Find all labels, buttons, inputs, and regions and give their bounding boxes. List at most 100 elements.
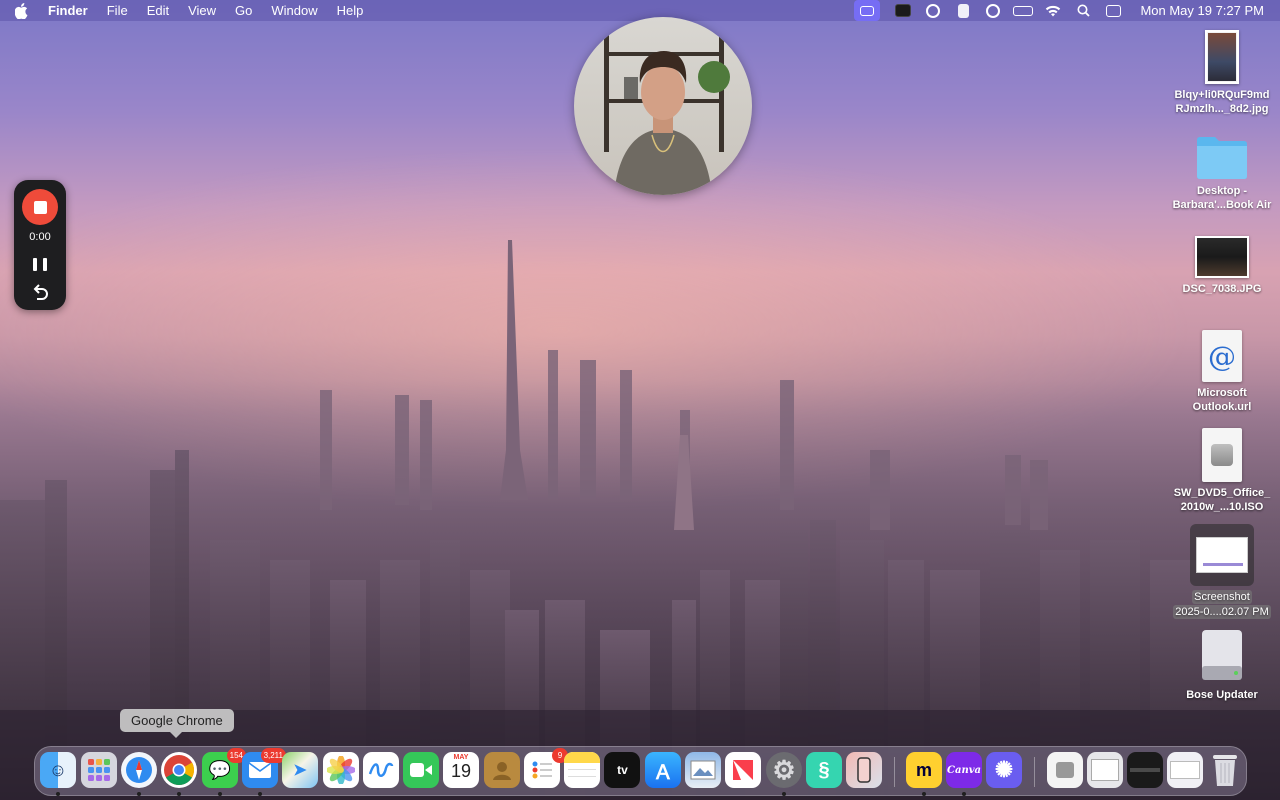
dock-miro[interactable]: m <box>906 752 942 796</box>
file-label-line1: Bose Updater <box>1186 689 1258 701</box>
desktop-file-screenshot[interactable]: Screenshot 2025-0....02.07 PM <box>1160 524 1280 619</box>
dock-news[interactable] <box>725 752 761 788</box>
dock-mail[interactable]: 3,211 <box>242 748 286 796</box>
dock-recent-screenshots-stack[interactable] <box>1087 752 1123 788</box>
dock-minimized-window-1[interactable] <box>1127 752 1163 788</box>
dock-tooltip: Google Chrome <box>120 709 234 738</box>
dock-reminders[interactable]: 9 <box>524 748 568 788</box>
preview-photos-icon <box>685 752 721 788</box>
miro-icon: m <box>906 752 942 788</box>
menu-app-name[interactable]: Finder <box>48 3 88 18</box>
dock-launchpad[interactable] <box>81 752 117 788</box>
menu-extras: Mon May 19 7:27 PM <box>854 0 1280 21</box>
search-icon[interactable] <box>1068 0 1098 21</box>
window-thumbnail-icon <box>1167 752 1203 788</box>
webcam-bubble[interactable] <box>574 17 752 195</box>
facetime-camera-icon <box>403 752 439 788</box>
restart-recording-button[interactable] <box>30 284 50 302</box>
dock-calendar[interactable]: MAY 19 <box>443 752 479 788</box>
screen-recorder-panel: 0:00 <box>14 180 66 310</box>
freeform-icon <box>363 752 399 788</box>
dock-separator <box>1034 757 1035 787</box>
menu-help[interactable]: Help <box>337 3 364 18</box>
file-label-line2: RJmzlh..._8d2.jpg <box>1175 103 1269 115</box>
menu-edit[interactable]: Edit <box>147 3 169 18</box>
menu-view[interactable]: View <box>188 3 216 18</box>
dock-system-settings[interactable]: ⚙ <box>766 752 802 796</box>
dock-contacts[interactable] <box>484 752 520 788</box>
screenshot-stack-icon <box>1087 752 1123 788</box>
trash-icon <box>1207 752 1243 788</box>
control-center-icon[interactable] <box>1098 0 1128 21</box>
installer-disk-icon <box>1198 628 1246 684</box>
menu-file[interactable]: File <box>107 3 128 18</box>
dock-trash[interactable] <box>1207 752 1243 788</box>
gear-icon: ⚙ <box>772 754 796 785</box>
dock-messages[interactable]: 💬 154 <box>202 748 246 796</box>
apple-menu-icon[interactable] <box>15 2 35 19</box>
screen-share-icon[interactable] <box>854 0 881 21</box>
canva-label: Canva <box>947 764 981 776</box>
pause-recording-button[interactable] <box>33 258 47 272</box>
file-label-line2: 2025-0....02.07 PM <box>1173 605 1271 619</box>
image-thumbnail-icon <box>1195 236 1249 278</box>
news-icon <box>725 752 761 788</box>
dock-photos[interactable] <box>323 752 359 788</box>
dock-freeform[interactable] <box>363 752 399 788</box>
desktop-file-blqy-jpg[interactable]: Blqy+li0RQuF9md RJmzlh..._8d2.jpg <box>1160 30 1280 116</box>
file-label-line1: Desktop - <box>1196 185 1248 197</box>
dock-downloads-stack[interactable] <box>1047 752 1083 788</box>
dock-perplexity-app[interactable]: ✺ <box>986 752 1022 788</box>
disk-image-icon <box>1202 428 1242 482</box>
media-play-icon[interactable] <box>978 0 1008 21</box>
desktop-folder-desktop[interactable]: Desktop - Barbara'...Book Air <box>1160 134 1280 212</box>
stop-recording-button[interactable] <box>22 189 58 225</box>
dock-google-chrome[interactable] <box>161 752 197 796</box>
apple-tv-label: tv <box>617 763 628 777</box>
launchpad-icon <box>81 752 117 788</box>
chrome-icon <box>161 752 197 788</box>
wifi-icon[interactable] <box>1038 0 1068 21</box>
file-label-line1: Microsoft <box>1197 387 1247 399</box>
finder-icon: ☺ <box>48 759 68 780</box>
menu-window[interactable]: Window <box>271 3 317 18</box>
screenshot-thumbnail-icon <box>1190 524 1254 586</box>
dock-surfshark[interactable]: § <box>806 752 842 788</box>
url-document-icon: @ <box>1202 330 1242 382</box>
file-label-line1: DSC_7038.JPG <box>1182 283 1262 295</box>
file-label-line2: 2010w_...10.ISO <box>1180 501 1264 513</box>
stage-manager-icon[interactable] <box>888 0 918 21</box>
dock-canva[interactable]: Canva <box>946 752 982 796</box>
recording-timer: 0:00 <box>29 231 51 243</box>
desktop-file-office-iso[interactable]: SW_DVD5_Office_ 2010w_...10.ISO <box>1160 428 1280 514</box>
dock-notes[interactable] <box>564 752 600 788</box>
battery-icon[interactable] <box>1008 0 1038 21</box>
desktop-app-bose-updater[interactable]: Bose Updater <box>1160 628 1280 702</box>
dock-iphone-mirroring[interactable] <box>846 752 882 788</box>
contacts-icon[interactable] <box>948 0 978 21</box>
surfshark-icon: § <box>818 758 830 781</box>
menu-go[interactable]: Go <box>235 3 252 18</box>
dock-separator <box>894 757 895 787</box>
dock-maps[interactable]: ➤ <box>282 752 318 788</box>
window-thumbnail-icon <box>1127 752 1163 788</box>
desktop-file-dsc-jpg[interactable]: DSC_7038.JPG <box>1160 236 1280 296</box>
dock-app-store[interactable]: Ａ <box>645 752 681 788</box>
apple-tv-icon: tv <box>604 752 640 788</box>
dock-finder[interactable]: ☺ <box>40 752 76 796</box>
dock-apple-tv[interactable]: tv <box>604 752 640 788</box>
calendar-month: MAY <box>453 754 469 761</box>
menubar-clock[interactable]: Mon May 19 7:27 PM <box>1140 3 1264 18</box>
extension-icon[interactable] <box>918 0 948 21</box>
file-label-line1: Screenshot <box>1192 590 1252 604</box>
folder-icon <box>1195 134 1249 180</box>
maps-icon: ➤ <box>293 762 307 779</box>
dock-safari[interactable] <box>121 752 157 796</box>
dock-minimized-window-2[interactable] <box>1167 752 1203 788</box>
desktop-file-outlook-url[interactable]: @ Microsoft Outlook.url <box>1160 330 1280 414</box>
file-label-line2: Barbara'...Book Air <box>1172 199 1272 211</box>
dock-facetime[interactable] <box>403 752 439 788</box>
file-label-line2: Outlook.url <box>1192 401 1252 413</box>
photos-icon <box>323 752 359 788</box>
dock-preview[interactable] <box>685 752 721 788</box>
